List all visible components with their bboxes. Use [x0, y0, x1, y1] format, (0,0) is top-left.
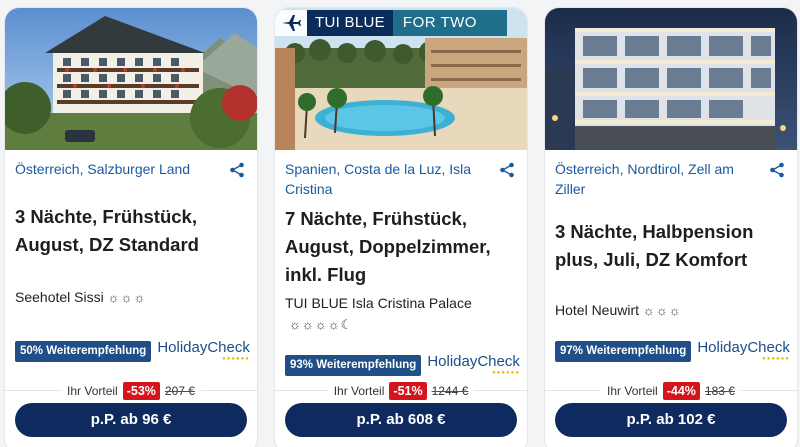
price-button[interactable]: p.P. ab 102 € [555, 403, 787, 437]
offer-badges: TUI BLUE FOR TWO [275, 10, 507, 36]
offer-title[interactable]: 3 Nächte, Frühstück, August, DZ Standard [15, 203, 245, 259]
offer-card-3[interactable]: Österreich, Nordtirol, Zell am Ziller 3 … [545, 8, 797, 447]
share-icon[interactable] [499, 162, 515, 178]
hotel-stars: ☼☼☼ [107, 290, 147, 305]
old-price: 183 € [704, 384, 735, 398]
hotel-name-row: Seehotel Sissi ☼☼☼ [15, 287, 245, 308]
hotel-stars: ☼☼☼ [642, 303, 682, 318]
old-price: 207 € [164, 384, 195, 398]
recommendation-badge: 93% Weiterempfehlung [285, 354, 422, 376]
recommendation-badge: 50% Weiterempfehlung [15, 340, 152, 362]
brand-badge: TUI BLUE [307, 10, 393, 36]
price-advantage: Ihr Vorteil -53% 207 € [5, 382, 257, 400]
offer-region: Österreich, Salzburger Land [15, 161, 191, 177]
hotel-photo[interactable] [5, 8, 257, 150]
holidaycheck-text: HolidayCheck [697, 339, 790, 356]
hotel-name: Seehotel Sissi [15, 289, 104, 305]
share-icon[interactable] [229, 162, 245, 178]
recommendation-row: 93% Weiterempfehlung HolidayCheck ●●●●●● [285, 353, 520, 377]
hotel-name-row: Hotel Neuwirt ☼☼☼ [555, 300, 785, 321]
holidaycheck-logo: HolidayCheck ●●●●●● [427, 353, 520, 377]
discount-badge: -51% [389, 382, 427, 400]
plane-icon [275, 10, 307, 36]
offer-card-2[interactable]: TUI BLUE FOR TWO Spanien, Costa de la Lu… [275, 8, 527, 447]
hotel-photo[interactable] [545, 8, 797, 150]
discount-badge: -53% [122, 382, 160, 400]
holidaycheck-logo: HolidayCheck ●●●●●● [697, 339, 790, 363]
hotel-name: TUI BLUE Isla Cristina Palace [285, 295, 472, 311]
holidaycheck-text: HolidayCheck [157, 339, 250, 356]
offer-title[interactable]: 7 Nächte, Frühstück, August, Doppelzimme… [285, 205, 515, 289]
rating-dots-icon: ●●●●●● [762, 356, 790, 362]
rating-dots-icon: ●●●●●● [492, 370, 520, 376]
offer-title[interactable]: 3 Nächte, Halbpension plus, Juli, DZ Kom… [555, 218, 785, 274]
rating-dots-icon: ●●●●●● [222, 356, 250, 362]
hotel-image [5, 8, 257, 150]
advantage-label: Ihr Vorteil [333, 384, 385, 398]
price-advantage: Ihr Vorteil -44% 183 € [545, 382, 797, 400]
recommendation-badge: 97% Weiterempfehlung [555, 340, 692, 362]
holidaycheck-text: HolidayCheck [427, 353, 520, 370]
price-advantage: Ihr Vorteil -51% 1244 € [275, 382, 527, 400]
discount-badge: -44% [662, 382, 700, 400]
share-icon[interactable] [769, 162, 785, 178]
price-button[interactable]: p.P. ab 96 € [15, 403, 247, 437]
hotel-name-row: TUI BLUE Isla Cristina Palace ☼☼☼☼☾ [285, 293, 515, 335]
advantage-label: Ihr Vorteil [67, 384, 118, 398]
offer-card-1[interactable]: Österreich, Salzburger Land 3 Nächte, Fr… [5, 8, 257, 447]
price-button[interactable]: p.P. ab 608 € [285, 403, 517, 437]
hotel-name: Hotel Neuwirt [555, 302, 640, 318]
hotel-stars: ☼☼☼☼☾ [289, 317, 354, 332]
offer-region: Österreich, Nordtirol, Zell am Ziller [555, 161, 734, 197]
for-two-badge: FOR TWO [392, 10, 507, 36]
recommendation-row: 97% Weiterempfehlung HolidayCheck ●●●●●● [555, 339, 790, 363]
hotel-image [545, 8, 797, 150]
holidaycheck-logo: HolidayCheck ●●●●●● [157, 339, 250, 363]
old-price: 1244 € [431, 384, 469, 398]
advantage-label: Ihr Vorteil [607, 384, 658, 398]
recommendation-row: 50% Weiterempfehlung HolidayCheck ●●●●●● [15, 339, 250, 363]
offer-region: Spanien, Costa de la Luz, Isla Cristina [285, 161, 472, 197]
